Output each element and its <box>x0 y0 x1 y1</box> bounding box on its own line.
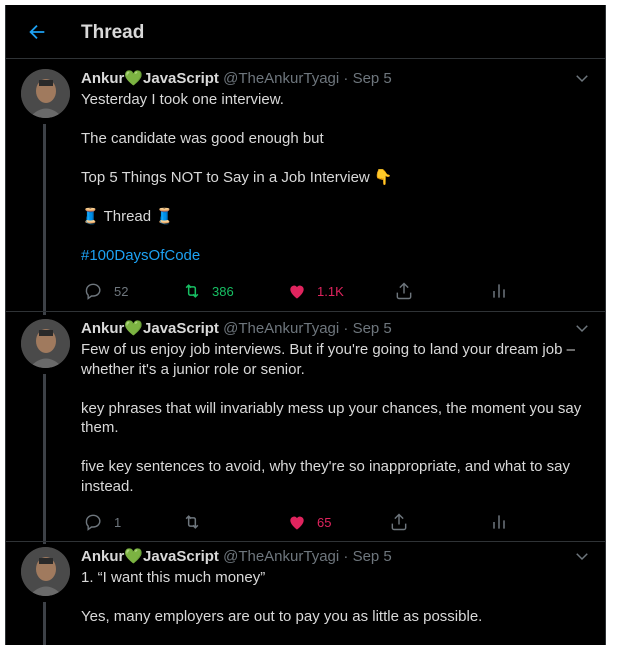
tweet-actions: 1 65 <box>81 512 521 534</box>
analytics-icon <box>493 284 505 298</box>
heart-icon <box>290 285 304 299</box>
tweet[interactable]: Ankur💚JavaScript @TheAnkurTyagi · Sep 5 … <box>6 319 605 544</box>
tweet-paragraph: Yes, many employers are out to pay you a… <box>81 608 483 625</box>
reply-icon <box>85 514 101 531</box>
back-arrow-icon[interactable] <box>26 21 48 43</box>
retweet-button[interactable] <box>182 512 212 532</box>
divider <box>6 311 605 312</box>
tweet-date[interactable]: Sep 5 <box>353 548 392 565</box>
author-name[interactable]: Ankur <box>81 548 124 565</box>
retweet-icon <box>185 515 199 529</box>
thread-page: Thread Ankur💚JavaScript @TheAnkurTyagi ·… <box>5 5 606 645</box>
separator-dot: · <box>343 70 349 87</box>
separator-dot: · <box>343 320 349 337</box>
tweet-text: Few of us enjoy job interviews. But if y… <box>81 340 586 496</box>
tweet-paragraph: 1. “I want this much money” <box>81 569 266 586</box>
avatar-image <box>21 69 70 118</box>
avatar-image <box>21 319 70 368</box>
reply-count: 52 <box>114 283 129 299</box>
author-handle[interactable]: @TheAnkurTyagi <box>223 548 339 565</box>
tweet-meta: Ankur💚JavaScript @TheAnkurTyagi · Sep 5 <box>81 547 392 565</box>
reply-button[interactable]: 1 <box>84 512 121 532</box>
tweet-line: Yesterday I took one interview. <box>81 91 284 108</box>
hashtag-link[interactable]: #100DaysOfCode <box>81 246 586 266</box>
avatar[interactable] <box>21 547 70 596</box>
tweet-line: The candidate was good enough but <box>81 130 324 147</box>
separator-dot: · <box>343 548 349 565</box>
share-icon <box>391 513 407 531</box>
tweet-date[interactable]: Sep 5 <box>353 70 392 87</box>
author-name-suffix[interactable]: JavaScript <box>143 70 219 87</box>
tweet[interactable]: Ankur💚JavaScript @TheAnkurTyagi · Sep 5 … <box>6 547 605 645</box>
chevron-down-icon[interactable] <box>573 547 591 565</box>
tweet-paragraph: Few of us enjoy job interviews. But if y… <box>81 341 575 378</box>
chevron-down-icon[interactable] <box>573 319 591 337</box>
tweet[interactable]: Ankur💚JavaScript @TheAnkurTyagi · Sep 5 … <box>6 69 605 315</box>
analytics-button[interactable] <box>489 281 509 301</box>
tweet-line: Top 5 Things NOT to Say in a Job Intervi… <box>81 169 393 186</box>
author-handle[interactable]: @TheAnkurTyagi <box>223 320 339 337</box>
like-button[interactable]: 1.1K <box>287 281 344 301</box>
tweet-paragraph: key phrases that will invariably mess up… <box>81 399 582 437</box>
chevron-down-icon[interactable] <box>573 69 591 87</box>
like-count: 1.1K <box>317 283 344 299</box>
author-name[interactable]: Ankur <box>81 70 124 87</box>
share-button[interactable] <box>394 281 414 301</box>
author-handle[interactable]: @TheAnkurTyagi <box>223 70 339 87</box>
retweet-count: 386 <box>212 283 234 299</box>
reply-button[interactable]: 52 <box>84 281 128 301</box>
like-count: 65 <box>317 514 332 530</box>
analytics-icon <box>493 515 505 529</box>
reply-icon <box>85 283 101 300</box>
tweet-line: 🧵 Thread 🧵 <box>81 208 174 225</box>
share-button[interactable] <box>389 512 409 532</box>
green-heart-icon: 💚 <box>124 319 144 337</box>
tweet-actions: 52 386 1.1K <box>81 281 521 303</box>
tweet-text: Yesterday I took one interview. The cand… <box>81 90 586 266</box>
heart-icon <box>290 516 304 530</box>
tweet-meta: Ankur💚JavaScript @TheAnkurTyagi · Sep 5 <box>81 319 392 337</box>
share-icon <box>396 282 412 300</box>
avatar[interactable] <box>21 319 70 368</box>
tweet-paragraph: five key sentences to avoid, why they're… <box>81 458 570 495</box>
retweet-button[interactable]: 386 <box>182 281 234 301</box>
tweet-meta: Ankur💚JavaScript @TheAnkurTyagi · Sep 5 <box>81 69 392 87</box>
page-title: Thread <box>81 22 145 43</box>
avatar-image <box>21 547 70 596</box>
thread-connector <box>43 374 46 544</box>
avatar[interactable] <box>21 69 70 118</box>
retweet-icon <box>185 284 199 298</box>
author-name-suffix[interactable]: JavaScript <box>143 548 219 565</box>
reply-count: 1 <box>114 514 122 530</box>
green-heart-icon: 💚 <box>124 69 144 87</box>
author-name-suffix[interactable]: JavaScript <box>143 320 219 337</box>
thread-connector <box>43 602 46 645</box>
analytics-button[interactable] <box>489 512 509 532</box>
like-button[interactable]: 65 <box>287 512 331 532</box>
header: Thread <box>6 5 605 59</box>
tweet-date[interactable]: Sep 5 <box>353 320 392 337</box>
green-heart-icon: 💚 <box>124 547 144 565</box>
divider <box>6 541 605 542</box>
tweet-text: 1. “I want this much money” Yes, many em… <box>81 568 586 627</box>
author-name[interactable]: Ankur <box>81 320 124 337</box>
thread-connector <box>43 124 46 315</box>
